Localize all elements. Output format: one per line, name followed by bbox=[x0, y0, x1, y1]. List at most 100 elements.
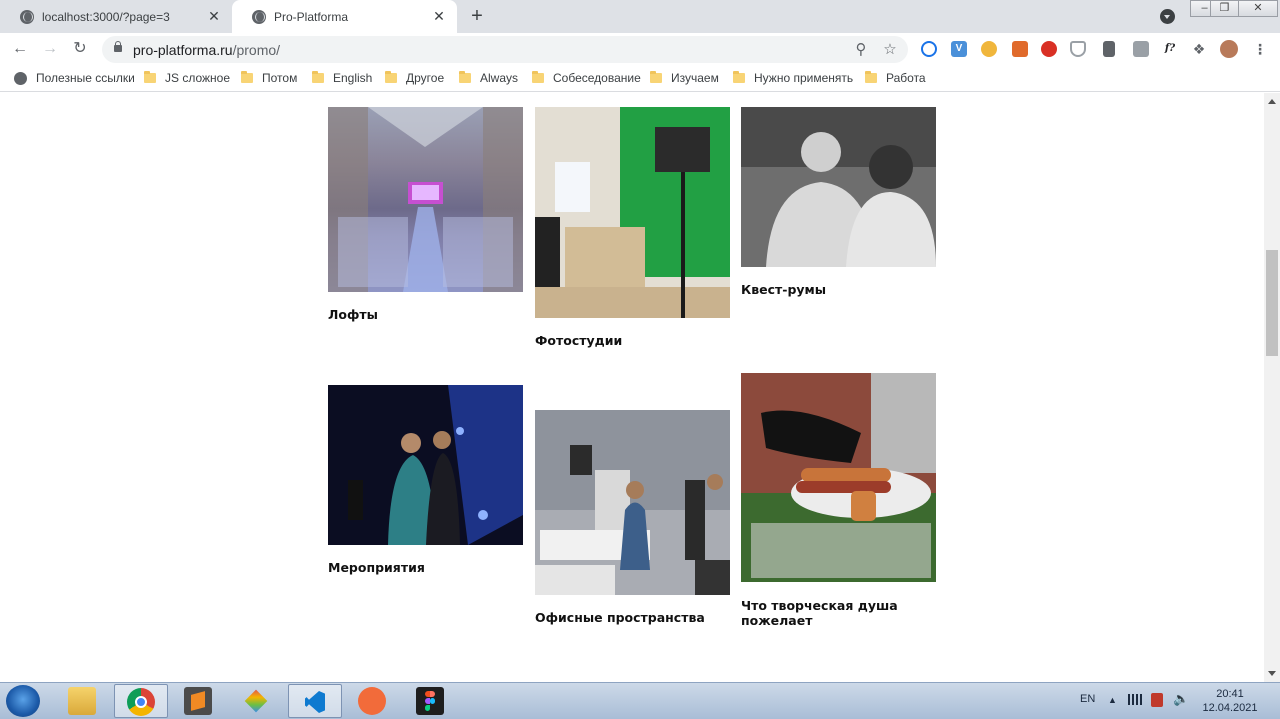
bookmark-item[interactable]: Потом bbox=[241, 71, 297, 85]
windows-taskbar: EN ▲ 🔈 20:41 12.04.2021 bbox=[0, 682, 1280, 719]
tab-close-icon[interactable]: ✕ bbox=[431, 8, 447, 25]
bookmark-item[interactable]: Полезные ссылки bbox=[14, 71, 135, 85]
lock-icon[interactable] bbox=[114, 41, 122, 52]
system-clock[interactable]: 20:41 12.04.2021 bbox=[1196, 687, 1264, 715]
puzzle-icon[interactable]: ❖ bbox=[1191, 41, 1207, 57]
folder-explorer-icon bbox=[68, 687, 96, 715]
bookmark-item[interactable]: JS сложное bbox=[144, 71, 230, 85]
scroll-down-arrow-icon[interactable] bbox=[1268, 671, 1276, 676]
chrome-icon bbox=[127, 688, 155, 716]
card-photo[interactable] bbox=[741, 107, 936, 267]
tab-title: Pro-Platforma bbox=[274, 9, 349, 24]
tab-search-icon[interactable] bbox=[1160, 9, 1175, 24]
catering-illustration bbox=[741, 373, 936, 582]
card-caption[interactable]: Лофты bbox=[328, 307, 523, 322]
reload-icon[interactable]: ↻ bbox=[69, 38, 91, 60]
language-indicator[interactable]: EN bbox=[1080, 693, 1095, 705]
bookmarks-bar: Полезные ссылки JS сложное Потом English… bbox=[0, 65, 1280, 92]
card-caption[interactable]: Квест-румы bbox=[741, 282, 936, 297]
vertical-scrollbar[interactable] bbox=[1264, 93, 1280, 682]
folder-icon bbox=[532, 71, 544, 83]
vk-icon[interactable]: V bbox=[951, 41, 967, 57]
taskbar-app-explorer[interactable] bbox=[56, 684, 110, 718]
card-photo[interactable] bbox=[741, 373, 936, 582]
adblock-icon[interactable] bbox=[1041, 41, 1057, 57]
scroll-thumb[interactable] bbox=[1266, 250, 1278, 356]
profile-avatar[interactable] bbox=[1220, 40, 1238, 58]
loft-hall-illustration bbox=[328, 107, 523, 292]
taskbar-app-vscode[interactable] bbox=[288, 684, 342, 718]
card-photo[interactable] bbox=[535, 410, 730, 595]
bookmark-star-icon[interactable]: ☆ bbox=[881, 40, 899, 58]
vscode-icon bbox=[301, 688, 329, 716]
tab-title: localhost:3000/?page=3 bbox=[42, 9, 170, 24]
emoji-icon[interactable] bbox=[981, 41, 997, 57]
taskbar-app-sourcetree[interactable] bbox=[230, 684, 284, 718]
card-caption[interactable]: Мероприятия bbox=[328, 560, 523, 575]
card-caption[interactable]: Что творческая душа пожелает bbox=[741, 598, 936, 628]
back-arrow-icon[interactable]: ← bbox=[9, 38, 31, 60]
folder-icon bbox=[650, 71, 662, 83]
globe-icon bbox=[20, 9, 34, 24]
menu-kebab-icon[interactable]: ⋮ bbox=[1252, 41, 1268, 57]
postman-icon bbox=[358, 687, 386, 715]
folder-icon bbox=[385, 71, 397, 83]
zoom-search-icon[interactable]: ⚲ bbox=[852, 40, 870, 58]
off-badge-icon[interactable] bbox=[1133, 41, 1149, 57]
bookmark-item[interactable]: Собеседование bbox=[532, 71, 641, 85]
sublime-text-icon bbox=[184, 687, 212, 715]
photo-studio-illustration bbox=[535, 107, 730, 318]
address-bar[interactable]: pro-platforma.ru/promo/ ⚲ ☆ bbox=[102, 36, 908, 63]
clock-time: 20:41 bbox=[1216, 688, 1244, 700]
card-photo[interactable] bbox=[328, 385, 523, 545]
bookmark-item[interactable]: Изучаем bbox=[650, 71, 719, 85]
folder-icon bbox=[459, 71, 471, 83]
fx-icon[interactable]: f? bbox=[1160, 41, 1180, 57]
card-photo[interactable] bbox=[328, 107, 523, 292]
chrome-web-store-icon[interactable] bbox=[921, 41, 937, 57]
page-viewport: Лофты Фотостудии Квест-румы Мероприятия … bbox=[0, 93, 1264, 682]
browser-toolbar: ← → ↻ pro-platforma.ru/promo/ ⚲ ☆ V f? ❖… bbox=[0, 33, 1280, 65]
scroll-up-arrow-icon[interactable] bbox=[1268, 99, 1276, 104]
show-hidden-icons-icon[interactable]: ▲ bbox=[1108, 695, 1117, 705]
bookmark-item[interactable]: English bbox=[312, 71, 372, 85]
tab-close-icon[interactable]: ✕ bbox=[206, 8, 222, 25]
figma-icon bbox=[416, 687, 444, 715]
folder-icon bbox=[733, 71, 745, 83]
window-close-button[interactable]: ✕ bbox=[1238, 0, 1278, 17]
taskbar-app-sublime[interactable] bbox=[172, 684, 226, 718]
globe-icon bbox=[252, 9, 266, 24]
security-shield-icon[interactable] bbox=[1151, 693, 1163, 707]
volume-icon[interactable]: 🔈 bbox=[1173, 691, 1189, 707]
folder-icon bbox=[241, 71, 253, 83]
card-caption[interactable]: Офисные пространства bbox=[535, 610, 730, 625]
new-tab-button[interactable]: + bbox=[466, 5, 488, 27]
clock-date: 12.04.2021 bbox=[1202, 702, 1258, 714]
office-space-illustration bbox=[535, 410, 730, 595]
tab-localhost[interactable]: localhost:3000/?page=3 ✕ bbox=[0, 0, 232, 33]
folder-icon bbox=[865, 71, 877, 83]
event-stage-illustration bbox=[328, 385, 523, 545]
folder-icon bbox=[312, 71, 324, 83]
forward-arrow-icon[interactable]: → bbox=[39, 38, 61, 60]
bookmark-item[interactable]: Работа bbox=[865, 71, 926, 85]
card-caption[interactable]: Фотостудии bbox=[535, 333, 730, 348]
url-text[interactable]: pro-platforma.ru/promo/ bbox=[133, 42, 280, 58]
bookmark-item[interactable]: Always bbox=[459, 71, 518, 85]
taskbar-app-figma[interactable] bbox=[404, 684, 458, 718]
browser-tab-strip: localhost:3000/?page=3 ✕ Pro-Platforma ✕… bbox=[0, 0, 1280, 33]
bookmark-item[interactable]: Нужно применять bbox=[733, 71, 853, 85]
network-signal-icon[interactable] bbox=[1128, 694, 1142, 705]
off-badge-icon[interactable] bbox=[1012, 41, 1028, 57]
eyedropper-icon[interactable] bbox=[1103, 41, 1115, 57]
taskbar-app-postman[interactable] bbox=[346, 684, 400, 718]
quest-room-illustration bbox=[741, 107, 936, 267]
tab-pro-platforma[interactable]: Pro-Platforma ✕ bbox=[232, 0, 457, 33]
taskbar-app-chrome[interactable] bbox=[114, 684, 168, 718]
card-photo[interactable] bbox=[535, 107, 730, 318]
sourcetree-icon bbox=[242, 687, 270, 715]
restore-button[interactable]: ❐ bbox=[1210, 0, 1239, 17]
bookmark-item[interactable]: Другое bbox=[385, 71, 444, 85]
windows-start-button[interactable] bbox=[6, 685, 40, 717]
shield-icon[interactable] bbox=[1070, 41, 1086, 57]
